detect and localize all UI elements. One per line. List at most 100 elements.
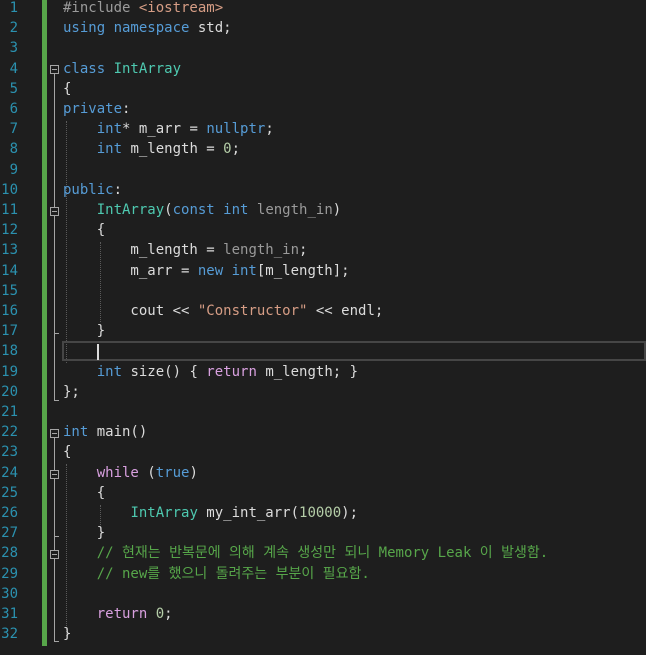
code-token: // 현재는 반복문에 의해 계속 생성만 되니 Memory Leak 이 발…: [96, 545, 549, 562]
line-number: 15: [1, 282, 18, 299]
code-line[interactable]: m_length = length_in;: [63, 240, 307, 260]
code-line[interactable]: // 현재는 반복문에 의해 계속 생성만 되니 Memory Leak 이 발…: [63, 543, 548, 563]
code-token: {: [63, 222, 106, 239]
code-line[interactable]: int* m_arr = nullptr;: [63, 119, 274, 139]
line-number: 14: [1, 262, 18, 279]
collapse-icon[interactable]: [50, 207, 59, 216]
code-token: using namespace: [63, 20, 198, 37]
code-line[interactable]: }: [63, 624, 71, 644]
code-token: 0: [155, 606, 165, 622]
collapse-icon[interactable]: [50, 470, 59, 479]
line-number: 22: [1, 424, 18, 441]
code-line[interactable]: int m_length = 0;: [63, 139, 240, 159]
code-line[interactable]: #include <iostream>: [63, 0, 223, 18]
line-number: 31: [1, 606, 18, 622]
code-token: m_length =: [130, 141, 224, 158]
line-number: 11: [1, 202, 18, 218]
collapse-icon[interactable]: [50, 550, 59, 559]
code-line[interactable]: using namespace std;: [63, 18, 232, 38]
line-number: 8: [9, 141, 18, 158]
line-number: 29: [1, 565, 18, 582]
code-line[interactable]: cout << "Constructor" << endl;: [63, 301, 383, 321]
code-token: return: [96, 606, 156, 622]
code-token: const int: [172, 202, 257, 218]
code-token: <iostream>: [138, 0, 224, 16]
fold-end-tick: [54, 333, 59, 334]
code-line[interactable]: class IntArray: [63, 59, 181, 79]
collapse-icon[interactable]: [50, 65, 59, 74]
code-line[interactable]: {: [63, 442, 71, 462]
code-line[interactable]: }: [63, 321, 105, 341]
line-number: 7: [9, 121, 18, 138]
code-token: return: [206, 363, 266, 380]
fold-end-tick: [54, 536, 59, 537]
code-line[interactable]: // new를 했으니 돌려주는 부분이 필요함.: [63, 564, 370, 584]
line-number-gutter: 1 2 3 4 5 6 7 8 9 10 11 12 13 14 15 16 17 18 19 20 21 22 23 24 2…: [0, 0, 36, 655]
code-line[interactable]: return 0;: [63, 604, 173, 624]
code-token: int: [96, 363, 131, 380]
code-token: IntArray: [96, 202, 165, 218]
code-token: ;: [265, 121, 274, 138]
line-number: 30: [1, 585, 18, 602]
code-token: cout <<: [63, 303, 198, 319]
code-token: // new를 했으니 돌려주는 부분이 필요함.: [96, 565, 370, 582]
code-line[interactable]: public:: [63, 180, 122, 200]
current-line-highlight: [62, 341, 646, 361]
line-number: 1: [9, 0, 18, 16]
line-number: 3: [9, 40, 18, 57]
code-editor[interactable]: 1 2 3 4 5 6 7 8 9 10 11 12 13 14 15 16 17 18 19 20 21 22 23 24 2…: [0, 0, 646, 655]
change-marker-bar: [42, 0, 47, 646]
code-token: int: [96, 141, 131, 158]
code-token: while: [96, 464, 148, 481]
code-token: my_int_arr(: [206, 505, 300, 521]
code-token: [m_length];: [256, 262, 350, 279]
code-token: ;: [299, 242, 308, 259]
code-line[interactable]: int main(): [63, 422, 147, 442]
code-line[interactable]: IntArray my_int_arr(10000);: [63, 503, 358, 523]
code-token: "Constructor": [197, 303, 308, 319]
line-number: 23: [1, 444, 18, 461]
line-number: 6: [9, 101, 18, 117]
line-number: 2: [9, 20, 18, 37]
code-token: << endl;: [307, 303, 384, 319]
code-line[interactable]: }: [63, 523, 105, 543]
code-line[interactable]: IntArray(const int length_in): [63, 200, 341, 220]
code-token: (: [164, 202, 173, 218]
line-number: 27: [1, 525, 18, 542]
code-line[interactable]: {: [63, 483, 105, 503]
line-number: 13: [1, 242, 18, 259]
code-token: {: [63, 484, 106, 501]
line-number: 17: [1, 323, 18, 340]
code-line[interactable]: };: [63, 382, 80, 402]
line-number: 21: [1, 404, 18, 420]
code-line[interactable]: {: [63, 220, 105, 240]
code-token: int: [63, 424, 97, 441]
line-number: 24: [1, 464, 18, 481]
code-line[interactable]: int size() { return m_length; }: [63, 362, 358, 382]
code-token: nullptr: [206, 121, 266, 138]
code-line[interactable]: m_arr = new int[m_length];: [63, 261, 350, 281]
code-token: private: [63, 101, 123, 117]
line-number: 12: [1, 222, 18, 239]
line-number: 18: [1, 343, 18, 360]
code-token: IntArray: [113, 60, 182, 77]
text-cursor: [97, 344, 99, 360]
code-token: 0: [223, 141, 232, 158]
code-token: int: [96, 121, 123, 138]
line-number: 5: [9, 80, 18, 97]
code-line[interactable]: private:: [63, 99, 130, 119]
fold-end-tick: [54, 400, 59, 401]
code-token: m_arr =: [63, 262, 198, 279]
line-number: 19: [1, 363, 18, 380]
code-token: );: [341, 505, 359, 521]
code-line[interactable]: while (true): [63, 463, 198, 483]
code-token: ): [332, 202, 342, 218]
code-line[interactable]: {: [63, 79, 71, 99]
code-token: true: [155, 464, 190, 481]
collapse-icon[interactable]: [50, 429, 59, 438]
